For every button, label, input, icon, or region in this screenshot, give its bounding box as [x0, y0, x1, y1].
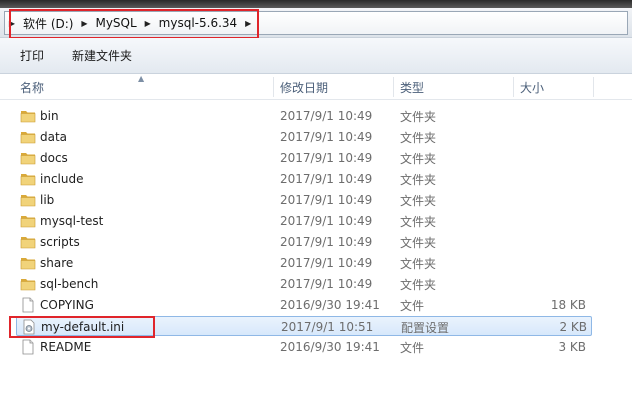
folder-icon	[20, 276, 36, 292]
file-type: 文件夹	[400, 130, 437, 145]
file-name: scripts	[40, 235, 80, 249]
file-size	[504, 169, 586, 189]
file-date: 2017/9/1 10:49	[280, 151, 373, 165]
file-date: 2017/9/1 10:51	[281, 320, 374, 334]
file-date: 2017/9/1 10:49	[280, 214, 373, 228]
sort-up-icon: ▲	[138, 74, 145, 83]
breadcrumb-root-chevron-icon[interactable]: ▶	[5, 12, 19, 34]
folder-icon	[20, 150, 36, 166]
file-row[interactable]: include 2017/9/1 10:49 文件夹	[16, 169, 592, 189]
file-type: 文件夹	[400, 235, 437, 250]
file-row[interactable]: my-default.ini 2017/9/1 10:51 配置设置 2 KB	[16, 316, 592, 336]
document-icon	[20, 297, 36, 313]
file-type: 文件	[400, 298, 425, 313]
column-type-header[interactable]: 类型	[394, 74, 424, 100]
file-date: 2017/9/1 10:49	[280, 130, 373, 144]
file-row[interactable]: scripts 2017/9/1 10:49 文件夹	[16, 232, 592, 252]
file-row[interactable]: lib 2017/9/1 10:49 文件夹	[16, 190, 592, 210]
file-type: 文件夹	[400, 277, 437, 292]
file-size: 2 KB	[559, 320, 587, 334]
file-type: 文件夹	[400, 214, 437, 229]
file-type: 文件夹	[400, 256, 437, 271]
file-date: 2017/9/1 10:49	[280, 193, 373, 207]
file-name: include	[40, 172, 84, 186]
folder-icon	[20, 108, 36, 124]
file-size	[504, 190, 586, 210]
file-name: data	[40, 130, 68, 144]
file-date: 2017/9/1 10:49	[280, 235, 373, 249]
column-divider[interactable]	[593, 77, 594, 97]
file-row[interactable]: data 2017/9/1 10:49 文件夹	[16, 127, 592, 147]
settings-file-icon	[21, 319, 37, 335]
file-type: 配置设置	[401, 320, 450, 335]
file-size: 18 KB	[550, 298, 586, 312]
window-top-strip	[0, 0, 632, 8]
folder-icon	[20, 213, 36, 229]
file-size	[504, 274, 586, 294]
file-row[interactable]: COPYING 2016/9/30 19:41 文件 18 KB	[16, 295, 592, 315]
column-date-header[interactable]: 修改日期	[274, 74, 328, 100]
address-bar-row: ▶ 软件 (D:) ▶ MySQL ▶ mysql-5.6.34 ▶	[0, 8, 632, 38]
file-name: README	[40, 340, 92, 354]
file-name: my-default.ini	[41, 320, 125, 334]
breadcrumb-chevron-icon[interactable]: ▶	[77, 12, 91, 34]
file-name: bin	[40, 109, 59, 123]
file-type: 文件夹	[400, 109, 437, 124]
file-name: sql-bench	[40, 277, 99, 291]
file-date: 2016/9/30 19:41	[280, 340, 380, 354]
column-name-header[interactable]: 名称	[14, 74, 44, 100]
file-date: 2016/9/30 19:41	[280, 298, 380, 312]
new-folder-button[interactable]: 新建文件夹	[62, 43, 142, 68]
file-row[interactable]: docs 2017/9/1 10:49 文件夹	[16, 148, 592, 168]
folder-icon	[20, 129, 36, 145]
file-row[interactable]: bin 2017/9/1 10:49 文件夹	[16, 106, 592, 126]
file-row[interactable]: sql-bench 2017/9/1 10:49 文件夹	[16, 274, 592, 294]
column-header: ▲ 名称 修改日期 类型 大小	[0, 74, 632, 100]
file-row[interactable]: share 2017/9/1 10:49 文件夹	[16, 253, 592, 273]
file-type: 文件夹	[400, 151, 437, 166]
file-date: 2017/9/1 10:49	[280, 256, 373, 270]
file-row[interactable]: README 2016/9/30 19:41 文件 3 KB	[16, 337, 592, 357]
file-row[interactable]: mysql-test 2017/9/1 10:49 文件夹	[16, 211, 592, 231]
file-name: docs	[40, 151, 68, 165]
file-size	[504, 232, 586, 252]
file-date: 2017/9/1 10:49	[280, 277, 373, 291]
file-date: 2017/9/1 10:49	[280, 109, 373, 123]
folder-icon	[20, 255, 36, 271]
file-name: mysql-test	[40, 214, 104, 228]
file-name: share	[40, 256, 74, 270]
file-name: lib	[40, 193, 55, 207]
file-type: 文件夹	[400, 172, 437, 187]
folder-icon	[20, 234, 36, 250]
file-size	[504, 253, 586, 273]
address-bar[interactable]: ▶ 软件 (D:) ▶ MySQL ▶ mysql-5.6.34 ▶	[4, 11, 628, 35]
breadcrumb-chevron-icon[interactable]: ▶	[241, 12, 255, 34]
file-type: 文件夹	[400, 193, 437, 208]
breadcrumb-mysql-version[interactable]: mysql-5.6.34	[155, 16, 242, 30]
file-size: 3 KB	[558, 340, 586, 354]
folder-icon	[20, 171, 36, 187]
breadcrumb-chevron-icon[interactable]: ▶	[141, 12, 155, 34]
print-button[interactable]: 打印	[10, 43, 54, 68]
file-size	[504, 148, 586, 168]
folder-icon	[20, 192, 36, 208]
toolbar: 打印 新建文件夹	[0, 38, 632, 74]
breadcrumb-mysql[interactable]: MySQL	[91, 16, 140, 30]
file-size	[504, 127, 586, 147]
document-icon	[20, 339, 36, 355]
file-name: COPYING	[40, 298, 94, 312]
file-size	[504, 106, 586, 126]
breadcrumb-drive[interactable]: 软件 (D:)	[19, 15, 77, 32]
file-type: 文件	[400, 340, 425, 355]
column-size-header[interactable]: 大小	[514, 74, 544, 100]
file-size	[504, 211, 586, 231]
file-date: 2017/9/1 10:49	[280, 172, 373, 186]
